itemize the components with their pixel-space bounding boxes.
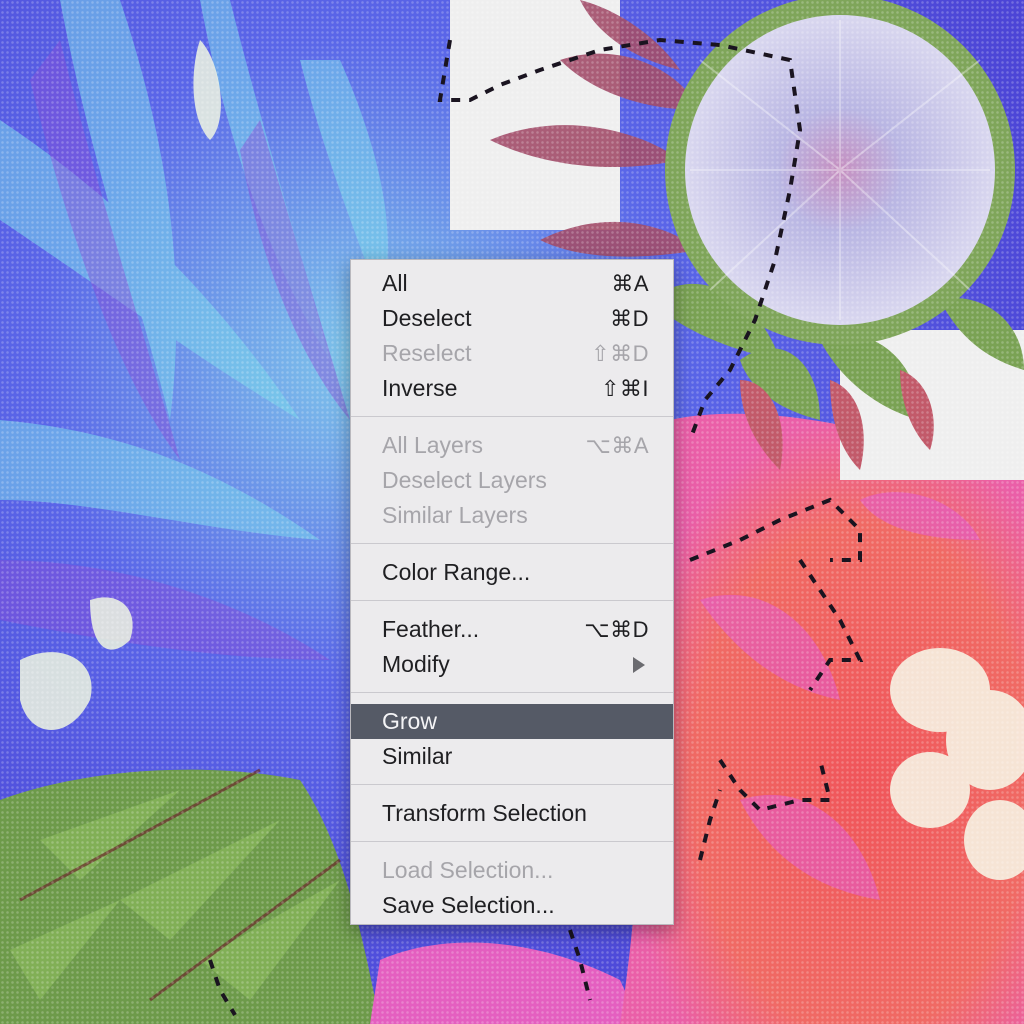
menu-item-shortcut: ⇧⌘I: [600, 376, 649, 401]
menu-item-similar-layers: Similar Layers: [351, 498, 673, 533]
menu-item-color-range[interactable]: Color Range...: [351, 555, 673, 590]
menu-item-inverse[interactable]: Inverse ⇧⌘I: [351, 371, 673, 406]
menu-separator: [351, 600, 673, 601]
menu-item-grow[interactable]: Grow: [351, 704, 673, 739]
menu-item-all[interactable]: All ⌘A: [351, 266, 673, 301]
menu-item-label: Grow: [382, 708, 437, 734]
menu-item-reselect: Reselect ⇧⌘D: [351, 336, 673, 371]
menu-separator: [351, 416, 673, 417]
menu-item-feather[interactable]: Feather... ⌥⌘D: [351, 612, 673, 647]
menu-item-label: Reselect: [382, 340, 472, 366]
menu-item-label: Similar: [382, 743, 453, 769]
menu-item-shortcut: ⇧⌘D: [591, 341, 649, 366]
menu-item-deselect-layers: Deselect Layers: [351, 463, 673, 498]
menu-item-deselect[interactable]: Deselect ⌘D: [351, 301, 673, 336]
menu-item-label: Inverse: [382, 375, 458, 401]
menu-separator: [351, 784, 673, 785]
menu-item-label: Load Selection...: [382, 857, 554, 883]
menu-item-save-selection[interactable]: Save Selection...: [351, 888, 673, 923]
menu-item-shortcut: ⌥⌘D: [584, 617, 649, 642]
menu-item-label: All: [382, 270, 408, 296]
select-menu: All ⌘A Deselect ⌘D Reselect ⇧⌘D Inverse …: [350, 259, 674, 925]
menu-item-label: Save Selection...: [382, 892, 555, 918]
menu-item-transform-selection[interactable]: Transform Selection: [351, 796, 673, 831]
menu-item-all-layers: All Layers ⌥⌘A: [351, 428, 673, 463]
menu-item-label: Deselect: [382, 305, 472, 331]
photo-canvas[interactable]: All ⌘A Deselect ⌘D Reselect ⇧⌘D Inverse …: [0, 0, 1024, 1024]
menu-item-shortcut: ⌥⌘A: [585, 433, 649, 458]
menu-separator: [351, 841, 673, 842]
menu-separator: [351, 692, 673, 693]
menu-item-label: All Layers: [382, 432, 483, 458]
menu-item-label: Color Range...: [382, 559, 531, 585]
menu-item-similar[interactable]: Similar: [351, 739, 673, 774]
menu-separator: [351, 543, 673, 544]
menu-item-label: Feather...: [382, 616, 480, 642]
menu-item-modify[interactable]: Modify: [351, 647, 673, 682]
menu-item-shortcut: ⌘A: [611, 271, 649, 296]
menu-item-label: Modify: [382, 651, 450, 677]
menu-item-label: Similar Layers: [382, 502, 528, 528]
menu-item-shortcut: ⌘D: [610, 306, 649, 331]
menu-item-label: Transform Selection: [382, 800, 587, 826]
submenu-arrow-icon: [633, 656, 645, 673]
menu-item-label: Deselect Layers: [382, 467, 547, 493]
menu-item-load-selection: Load Selection...: [351, 853, 673, 888]
